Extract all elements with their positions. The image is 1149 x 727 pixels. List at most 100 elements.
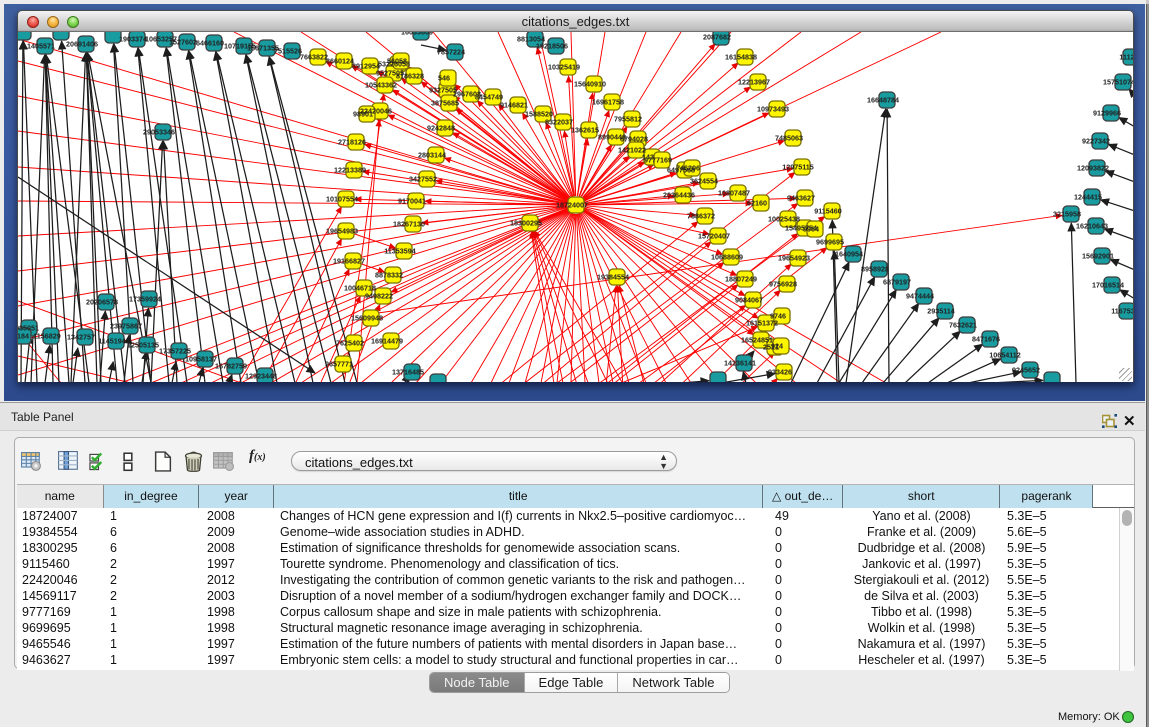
svg-text:12505135: 12505135 (127, 341, 159, 350)
svg-text:9498222: 9498222 (365, 292, 393, 301)
svg-text:19218506: 19218506 (536, 42, 568, 51)
svg-text:20364436: 20364436 (663, 191, 695, 200)
svg-text:9227342: 9227342 (1082, 137, 1110, 146)
svg-text:10107554: 10107554 (326, 195, 358, 204)
svg-text:15751074: 15751074 (1103, 78, 1133, 87)
svg-text:13716485: 13716485 (392, 368, 424, 377)
svg-text:18807249: 18807249 (725, 275, 757, 284)
svg-text:15692901: 15692901 (1082, 252, 1114, 261)
svg-text:1156829: 1156829 (33, 332, 61, 341)
svg-text:7625402: 7625402 (336, 339, 364, 348)
svg-text:1527602: 1527602 (169, 38, 197, 47)
svg-text:20206578: 20206578 (86, 298, 118, 307)
svg-text:6466160: 6466160 (196, 39, 224, 48)
svg-text:8878332: 8878332 (375, 271, 403, 280)
svg-text:15640910: 15640910 (574, 80, 606, 89)
svg-text:16914479: 16914479 (371, 337, 403, 346)
svg-text:3215958: 3215958 (1053, 210, 1081, 219)
svg-text:8471676: 8471676 (972, 335, 1000, 344)
svg-text:16782759: 16782759 (215, 362, 247, 371)
svg-text:7886372: 7886372 (687, 212, 715, 221)
svg-text:9657771: 9657771 (325, 360, 353, 369)
svg-text:9084067: 9084067 (735, 296, 763, 305)
svg-text:16648784: 16648784 (867, 96, 899, 105)
svg-text:19654983: 19654983 (326, 227, 358, 236)
svg-text:9474444: 9474444 (906, 292, 934, 301)
svg-text:9245652: 9245652 (1012, 366, 1040, 375)
svg-text:15609948: 15609948 (351, 314, 383, 323)
svg-text:2718126: 2718126 (338, 138, 366, 147)
svg-text:7955812: 7955812 (614, 115, 642, 124)
svg-text:546: 546 (438, 74, 450, 83)
svg-text:7515526: 7515526 (274, 47, 302, 56)
svg-text:10025438: 10025438 (768, 215, 800, 224)
svg-text:9964: 9964 (803, 225, 819, 234)
svg-text:62160: 62160 (747, 199, 767, 208)
svg-text:39184: 39184 (18, 332, 29, 341)
svg-text:9746: 9746 (770, 312, 786, 321)
svg-text:10958137: 10958137 (185, 355, 217, 364)
svg-text:3875685: 3875685 (431, 99, 459, 108)
svg-text:8186328: 8186328 (396, 72, 424, 81)
svg-text:2935114: 2935114 (927, 307, 955, 316)
svg-text:12093822: 12093822 (1077, 164, 1109, 173)
svg-text:746206: 746206 (676, 164, 700, 173)
svg-text:1112: 1112 (1119, 53, 1133, 62)
svg-text:3427552: 3427552 (409, 175, 437, 184)
svg-text:7857224: 7857224 (437, 48, 465, 57)
svg-text:16961758: 16961758 (592, 98, 624, 107)
svg-text:10654112: 10654112 (989, 351, 1021, 360)
svg-text:16033809: 16033809 (401, 32, 433, 37)
svg-text:116753: 116753 (1111, 307, 1133, 316)
svg-text:9242848: 9242848 (427, 124, 455, 133)
svg-text:12975115: 12975115 (782, 163, 814, 172)
svg-text:1244415: 1244415 (1074, 193, 1102, 202)
svg-text:17359924: 17359924 (129, 295, 161, 304)
svg-text:17016514: 17016514 (1092, 281, 1124, 290)
svg-text:10807487: 10807487 (718, 189, 750, 198)
svg-text:16210643: 16210643 (1076, 222, 1108, 231)
svg-text:18724007: 18724007 (556, 201, 588, 210)
svg-text:2087682: 2087682 (703, 33, 731, 42)
svg-text:9699695: 9699695 (816, 238, 844, 247)
svg-text:29053346: 29053346 (143, 128, 175, 137)
svg-text:12213389: 12213389 (334, 166, 366, 175)
svg-text:9777169: 9777169 (644, 156, 672, 165)
svg-text:23975867: 23975867 (110, 322, 142, 331)
svg-text:7632621: 7632621 (949, 321, 977, 330)
svg-text:19654923: 19654923 (778, 254, 810, 263)
svg-text:98901: 98901 (353, 110, 373, 119)
svg-text:1405571: 1405571 (27, 42, 55, 51)
svg-text:10325419: 10325419 (548, 63, 580, 72)
svg-text:933426: 933426 (768, 368, 792, 377)
svg-text:9115460: 9115460 (814, 207, 842, 216)
svg-text:1342757: 1342757 (67, 333, 95, 342)
svg-text:20691406: 20691406 (66, 40, 98, 49)
svg-text:9756928: 9756928 (769, 280, 797, 289)
svg-text:19384554: 19384554 (597, 273, 629, 282)
svg-text:924: 924 (771, 342, 783, 351)
svg-text:1362615: 1362615 (571, 126, 599, 135)
svg-text:12213967: 12213967 (738, 78, 770, 87)
svg-text:1903374: 1903374 (119, 35, 147, 44)
svg-text:12923448: 12923448 (245, 372, 277, 381)
svg-text:1145194: 1145194 (98, 337, 126, 346)
svg-text:8454749: 8454749 (475, 93, 503, 102)
svg-text:9146821: 9146821 (500, 101, 528, 110)
svg-text:8958928: 8958928 (861, 265, 889, 274)
svg-text:10973493: 10973493 (757, 105, 789, 114)
svg-text:8322037: 8322037 (545, 118, 573, 127)
svg-text:18267130: 18267130 (393, 220, 425, 229)
svg-text:16154838: 16154838 (725, 53, 757, 62)
svg-text:9129966: 9129966 (1093, 109, 1121, 118)
svg-text:9463627: 9463627 (787, 194, 815, 203)
svg-text:10688609: 10688609 (711, 253, 743, 262)
svg-text:18300295: 18300295 (510, 219, 542, 228)
svg-text:8660124: 8660124 (326, 57, 354, 66)
svg-text:6879197: 6879197 (883, 278, 911, 287)
svg-text:7663822: 7663822 (300, 53, 328, 62)
svg-text:56058: 56058 (387, 57, 407, 66)
svg-text:15720407: 15720407 (698, 232, 730, 241)
svg-text:2803144: 2803144 (418, 151, 446, 160)
svg-text:3624554: 3624554 (690, 177, 718, 186)
